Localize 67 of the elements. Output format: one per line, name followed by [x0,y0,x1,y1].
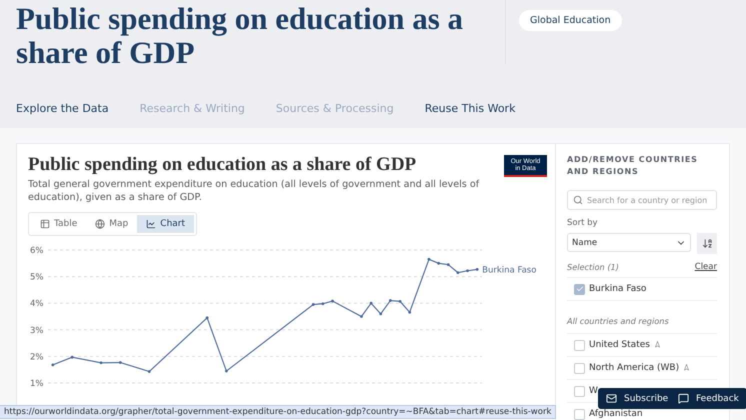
data-point [388,299,392,302]
data-point [312,303,315,306]
line-chart-icon [146,219,156,229]
axis-tick-label: 3% [30,326,44,336]
section-tab[interactable]: Reuse This Work [424,102,516,115]
data-point [379,312,382,316]
data-point [360,315,363,318]
check-icon [576,285,584,293]
sort-icon [702,238,712,249]
country-name: W [589,386,598,396]
data-point [446,263,450,266]
data-point [70,356,74,359]
chart-title: Public spending on education as a share of GDP [28,154,418,176]
checkbox[interactable] [574,284,585,294]
sort-label: Sort by [567,218,599,228]
sort-order-button[interactable] [697,233,717,254]
topic-tag[interactable]: Global Education [519,10,622,31]
view-tab[interactable]: Table [31,215,86,233]
axis-tick-label: 2% [30,352,44,362]
globe-icon [95,219,106,229]
page-title: Public spending on education as a share of GDP [16,2,464,70]
list-label: All countries and regions [567,316,669,326]
axis-tick-label: 1% [30,379,44,389]
country-name: North America (WB) [589,363,680,373]
country-name: Burkina Faso [589,284,646,294]
dropdown-value: Name [572,238,598,248]
country-name: United States [589,340,650,350]
mail-icon [606,393,617,404]
view-tab[interactable]: Map [86,215,138,233]
data-point [100,361,102,364]
checkbox[interactable] [574,340,585,350]
section-tab[interactable]: Explore the Data [16,102,109,115]
data-point [331,300,334,302]
data-point [408,310,412,314]
checkbox[interactable] [574,386,585,396]
panel-heading: ADD/REMOVE COUNTRIES AND REGIONS [567,154,699,178]
search-icon [573,195,583,205]
series-label[interactable]: Burkina Faso [482,265,536,276]
speech-bubble-icon [678,393,689,404]
checkbox[interactable] [574,408,585,420]
axis-tick-label: 4% [30,299,44,310]
data-point [398,300,402,303]
checkbox[interactable] [574,362,585,374]
axis-tick-label: 6% [30,246,44,256]
data-point [428,258,430,261]
selection-label: Selection (1) [567,262,619,272]
table-icon [40,219,50,229]
view-tab[interactable]: Chart [137,215,194,233]
data-point [321,302,324,306]
country-name: Afghanistan [589,409,643,419]
axis-tick-label: 5% [30,272,44,283]
feedback-button[interactable]: Feedback [670,388,746,409]
clear-link[interactable]: Clear [694,262,717,272]
sort-dropdown[interactable]: Name [567,233,691,252]
search-field[interactable]: Search for a country or region [567,190,717,210]
data-point [118,361,122,364]
data-point [476,268,479,271]
data-point [437,262,440,265]
data-point [466,269,469,272]
data-point [148,370,151,373]
data-point [206,316,209,320]
data-point [225,370,228,372]
data-point [456,271,460,274]
chart-subtitle: Total general government expenditure on education (all levels of government and all levels of education), given as a share of GDP. [28,178,480,204]
data-point [51,364,54,366]
data-point [370,302,372,305]
status-bar-url: https://ourworldindata.org/grapher/total-government-expenditure-on-education-gdp?country=~BFA&tab=chart#reuse-this-work [0,405,556,419]
